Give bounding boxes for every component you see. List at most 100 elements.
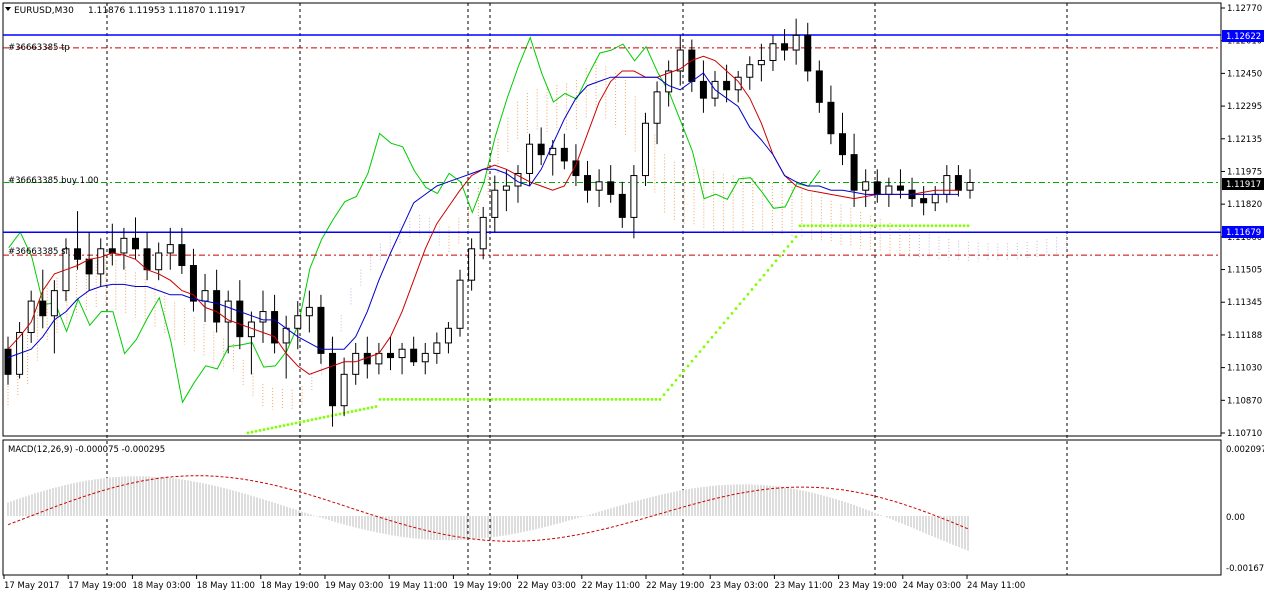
sar-dot [830, 224, 834, 228]
sar-dot [626, 398, 630, 401]
order-label-sl[interactable]: #36663385 sl [8, 247, 68, 257]
sar-dot [814, 224, 818, 228]
sar-dot [462, 398, 466, 401]
candle-body [862, 181, 870, 191]
candle-body [723, 80, 731, 91]
sar-dot [842, 224, 846, 228]
sar-dot [398, 398, 402, 401]
sar-dot [446, 398, 450, 401]
sar-dot [270, 426, 274, 430]
sar-dot [650, 398, 654, 401]
sar-dot [882, 224, 886, 228]
candle-body [502, 185, 510, 191]
sar-dot [770, 264, 774, 267]
candle-body [769, 43, 777, 61]
sar-dot [298, 420, 302, 424]
candle-body [931, 193, 939, 204]
sar-dot [282, 424, 286, 427]
price-tick-label: 1.11188 [1227, 331, 1262, 341]
sar-dot [390, 398, 394, 401]
time-tick-label: 19 May 19:00 [453, 581, 511, 591]
candle-body [885, 185, 893, 195]
candle-body [444, 327, 452, 344]
sar-dot [834, 224, 838, 228]
candle-body [74, 248, 82, 260]
candle-body [352, 352, 360, 375]
candle-body [39, 300, 47, 317]
sar-dot [274, 425, 278, 429]
candle-body [271, 311, 279, 344]
sar-dot [582, 398, 586, 401]
chart-symbol: EURUSD,M30 [14, 6, 74, 16]
sar-dot [322, 415, 326, 419]
order-label-buy[interactable]: #36663385 buy 1.00 [8, 176, 99, 186]
candle-body [375, 352, 383, 365]
sar-dot [738, 302, 742, 306]
sar-dot [614, 398, 618, 401]
sar-dot [558, 398, 562, 401]
chart-ohlc: 1.11876 1.11953 1.11870 1.11917 [88, 6, 245, 16]
price-tick-label: 1.10870 [1227, 396, 1262, 406]
sar-dot [702, 345, 706, 349]
sar-dot [962, 224, 966, 228]
macd-label: MACD(12,26,9) -0.000075 -0.000295 [8, 445, 165, 455]
sar-dot [674, 378, 678, 382]
time-tick-label: 23 May 19:00 [839, 581, 897, 591]
sar-dot [798, 224, 802, 228]
sar-dot [294, 421, 298, 425]
level-tag-upper-text: 1.12622 [1226, 32, 1261, 42]
sar-dot [354, 409, 358, 413]
sar-dot [402, 398, 406, 401]
sar-dot [250, 430, 254, 434]
sar-dot [618, 398, 622, 401]
sar-dot [818, 224, 822, 228]
sar-dot [378, 398, 382, 401]
candle-body [108, 248, 116, 254]
sar-dot [346, 410, 350, 414]
sar-dot [950, 224, 954, 228]
sar-dot [386, 398, 390, 401]
sar-dot [598, 398, 602, 401]
sar-dot [806, 224, 810, 228]
sar-dot [374, 405, 378, 408]
time-tick-label: 19 May 03:00 [325, 581, 383, 591]
sar-dot [786, 245, 790, 248]
sar-dot [762, 273, 766, 277]
candle-body [757, 59, 765, 66]
sar-dot [302, 419, 306, 423]
price-tick-label: 1.12450 [1227, 69, 1262, 79]
candle-body [896, 185, 904, 191]
current-price-text: 1.11917 [1226, 180, 1261, 190]
candle-body [746, 64, 754, 78]
sar-dot [290, 422, 294, 426]
candle-body [85, 258, 93, 275]
price-chart[interactable]: 1.127701.126101.124501.122951.121351.119… [0, 0, 1264, 596]
price-tick-label: 1.12135 [1227, 135, 1262, 145]
sar-dot [754, 283, 758, 287]
sar-dot [502, 398, 506, 401]
sar-dot [878, 224, 882, 228]
sar-dot [414, 398, 418, 401]
time-tick-label: 24 May 11:00 [967, 581, 1025, 591]
order-label-tp[interactable]: #36663385 tp [8, 43, 70, 53]
sar-dot [366, 406, 370, 410]
sar-dot [822, 224, 826, 228]
candle-body [236, 300, 244, 338]
sar-dot [454, 398, 458, 401]
candle-body [282, 327, 290, 344]
sar-dot [902, 224, 906, 228]
sar-dot [758, 278, 762, 282]
candle-body [4, 348, 12, 375]
sar-dot [554, 398, 558, 401]
candle-body [189, 265, 197, 302]
sar-dot [594, 398, 598, 401]
sar-dot [350, 410, 354, 413]
candle-body [433, 342, 441, 354]
sar-dot [546, 398, 550, 401]
sar-dot [686, 364, 690, 368]
sar-dot [610, 398, 614, 401]
sar-dot [914, 224, 918, 228]
sar-dot [678, 374, 682, 377]
sar-dot [370, 405, 374, 409]
candle-body [201, 290, 209, 302]
